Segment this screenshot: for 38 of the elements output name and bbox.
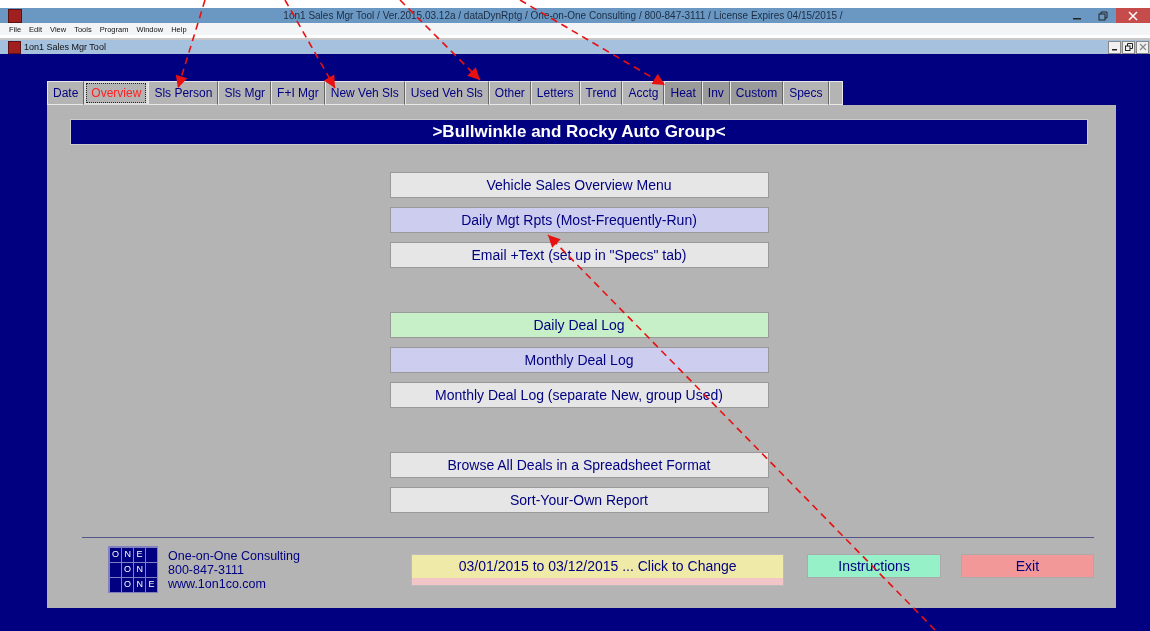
tab[interactable]: Inv (701, 81, 730, 105)
group-header: >Bullwinkle and Rocky Auto Group< (70, 119, 1088, 145)
menu-button[interactable]: Vehicle Sales Overview Menu (389, 172, 769, 198)
tab[interactable]: Date (47, 81, 85, 105)
menu-button[interactable]: Email +Text (set up in "Specs" tab) (389, 242, 769, 268)
menu-button[interactable]: Daily Mgt Rpts (Most-Frequently-Run) (389, 207, 769, 233)
app-icon (8, 40, 21, 54)
tab[interactable]: Sls Mgr (218, 81, 272, 105)
tab[interactable]: Trend (579, 81, 623, 105)
logo-text: ON (123, 563, 145, 576)
tab[interactable]: F+I Mgr (271, 81, 325, 105)
phone-number: 800-847-3111 (168, 562, 244, 577)
tab[interactable]: Other (488, 81, 531, 105)
restore-icon[interactable] (1122, 40, 1135, 54)
tab[interactable]: New Veh Sls (324, 81, 405, 105)
logo-text: ONE (111, 548, 145, 561)
tab[interactable]: Custom (729, 81, 784, 105)
tab[interactable]: Sls Person (148, 81, 219, 105)
tab[interactable]: Used Veh Sls (404, 81, 489, 105)
company-name: One-on-One Consulting (168, 548, 301, 563)
close-icon[interactable] (1116, 8, 1150, 23)
exit-button[interactable]: Exit (960, 553, 1094, 578)
instructions-button[interactable]: Instructions (807, 553, 941, 578)
menu-button[interactable]: Sort-Your-Own Report (389, 487, 769, 513)
minimize-icon[interactable] (1108, 40, 1121, 54)
menu-button[interactable]: Monthly Deal Log (389, 347, 769, 373)
menu-button[interactable]: Browse All Deals in a Spreadsheet Format (389, 452, 769, 478)
menu-button[interactable]: Monthly Deal Log (separate New, group Used) (389, 382, 769, 408)
tab[interactable]: Heat (664, 81, 702, 105)
date-range-button[interactable]: 03/01/2015 to 03/12/2015 ... Click to Change (410, 553, 785, 586)
menu-button[interactable]: Daily Deal Log (389, 312, 769, 338)
logo-text: ONE (123, 578, 157, 591)
tab[interactable]: Acctg (622, 81, 665, 105)
app-icon (8, 8, 22, 23)
window-title: 1on1 Sales Mgr Tool (24, 42, 106, 52)
website-link[interactable]: www.1on1co.com (168, 576, 266, 591)
tab[interactable]: Letters (530, 81, 580, 105)
tab[interactable]: Specs (783, 81, 829, 105)
